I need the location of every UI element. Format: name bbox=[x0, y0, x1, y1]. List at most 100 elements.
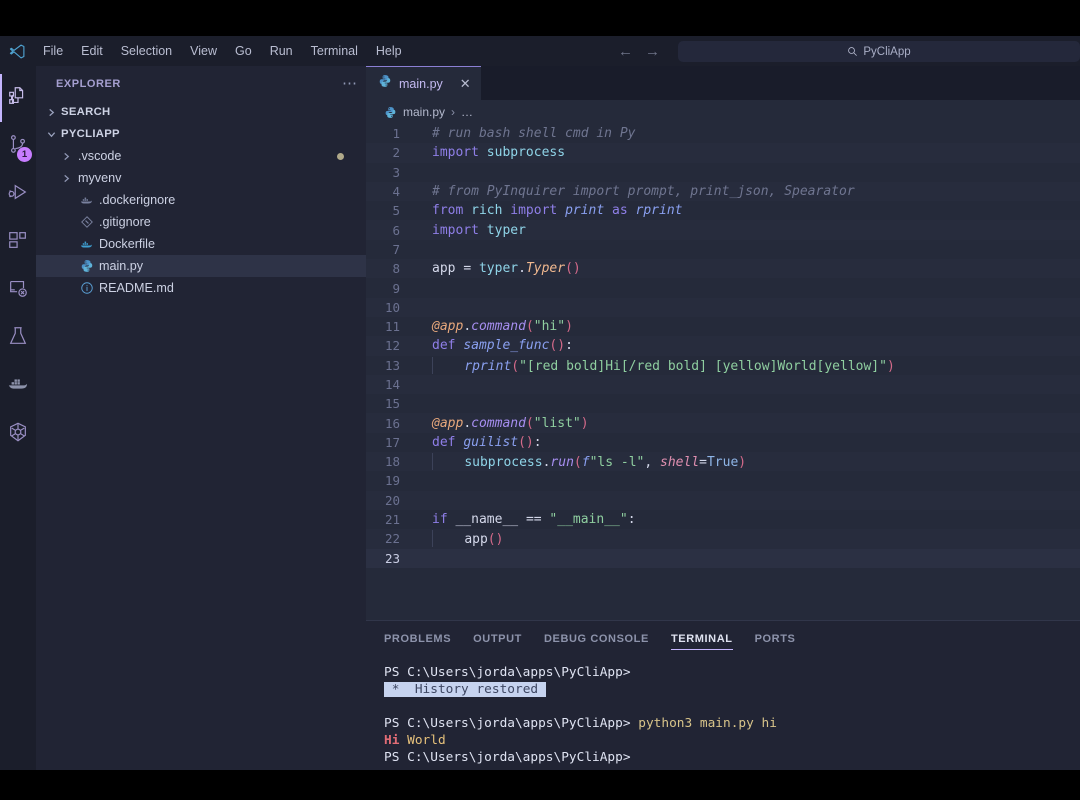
code-line: 10 bbox=[366, 297, 1080, 317]
menu-terminal[interactable]: Terminal bbox=[302, 41, 367, 61]
sidebar-section-search[interactable]: SEARCH bbox=[36, 101, 366, 123]
line-content: app = typer.Typer() bbox=[432, 261, 581, 277]
panel-tab-terminal[interactable]: TERMINAL bbox=[670, 621, 733, 656]
line-number: 22 bbox=[384, 531, 400, 547]
panel-tab-problems[interactable]: PROBLEMS bbox=[384, 621, 451, 656]
close-icon[interactable]: ✕ bbox=[460, 77, 471, 90]
python-icon bbox=[384, 106, 397, 119]
kubernetes-helm-icon bbox=[7, 421, 29, 448]
modified-indicator-dot bbox=[337, 152, 344, 160]
menu-file[interactable]: File bbox=[34, 41, 72, 61]
command-center-label: PyCliApp bbox=[863, 45, 911, 58]
docker-whale-icon bbox=[7, 373, 29, 400]
info-icon bbox=[78, 281, 95, 295]
code-line: 20 bbox=[366, 490, 1080, 510]
tab-main-py[interactable]: main.py ✕ bbox=[366, 66, 481, 100]
breadcrumb-file[interactable]: main.py bbox=[403, 105, 445, 119]
command-center[interactable]: PyCliApp bbox=[678, 41, 1080, 62]
line-number: 7 bbox=[392, 241, 400, 257]
code-editor[interactable]: 1 # run bash shell cmd in Py 2 import su… bbox=[366, 124, 1080, 620]
activity-item-run-and-debug[interactable] bbox=[0, 170, 36, 218]
line-number: 16 bbox=[384, 415, 400, 431]
panel-tab-bar: PROBLEMS OUTPUT DEBUG CONSOLE TERMINAL P… bbox=[366, 621, 1080, 656]
code-line: 12 def sample_func(): bbox=[366, 336, 1080, 356]
sidebar-section-pycliapp[interactable]: PYCLIAPP bbox=[36, 123, 366, 145]
line-number: 14 bbox=[384, 377, 400, 392]
code-line: 21 if __name__ == "__main__": bbox=[366, 510, 1080, 529]
menu-help[interactable]: Help bbox=[367, 41, 411, 61]
menu-go[interactable]: Go bbox=[226, 41, 261, 61]
sidebar-header: EXPLORER ⋯ bbox=[36, 66, 366, 101]
breadcrumb-separator-icon: › bbox=[451, 105, 456, 119]
line-content: import subprocess bbox=[432, 145, 566, 161]
line-number: 9 bbox=[392, 280, 400, 296]
line-number: 4 bbox=[392, 184, 400, 200]
activity-item-remote-explorer[interactable] bbox=[0, 266, 36, 314]
line-content: from rich import print as rprint bbox=[432, 203, 683, 219]
source-control-badge: 1 bbox=[17, 147, 32, 162]
terminal-output[interactable]: PS C:\Users\jorda\apps\PyCliApp> * Histo… bbox=[366, 656, 1080, 770]
line-number: 17 bbox=[384, 434, 400, 450]
vscode-window: File Edit Selection View Go Run Terminal… bbox=[0, 36, 1080, 770]
explorer-sidebar: EXPLORER ⋯ SEARCH PYCLIAPP .vscode myven… bbox=[36, 66, 366, 770]
code-line: 6 import typer bbox=[366, 220, 1080, 240]
terminal-line: PS C:\Users\jorda\apps\PyCliApp> python3… bbox=[384, 715, 1080, 732]
tree-item-readme-md[interactable]: README.md bbox=[36, 277, 366, 299]
code-line-active: 23 bbox=[366, 548, 1080, 568]
activity-item-explorer[interactable] bbox=[0, 74, 36, 122]
tree-item-myvenv[interactable]: myvenv bbox=[36, 167, 366, 189]
code-line: 15 bbox=[366, 394, 1080, 413]
breadcrumb-symbols[interactable]: … bbox=[461, 105, 473, 119]
menu-edit[interactable]: Edit bbox=[72, 41, 112, 61]
code-line: 19 bbox=[366, 471, 1080, 490]
code-line: 11 @app.command("hi") bbox=[366, 317, 1080, 336]
panel-tab-ports[interactable]: PORTS bbox=[755, 621, 796, 656]
menu-view[interactable]: View bbox=[181, 41, 226, 61]
menu-selection[interactable]: Selection bbox=[112, 41, 181, 61]
terminal-prompt: PS C:\Users\jorda\apps\PyCliApp> bbox=[384, 665, 631, 680]
line-number: 3 bbox=[392, 164, 400, 180]
line-number: 10 bbox=[384, 299, 400, 315]
tree-item-gitignore[interactable]: .gitignore bbox=[36, 211, 366, 233]
workbench-body: 1 EXPLORER ⋯ SEARCH PYCLIAPP .vscode myv… bbox=[0, 66, 1080, 770]
files-icon bbox=[7, 85, 29, 112]
activity-item-docker[interactable] bbox=[0, 362, 36, 410]
activity-item-kubernetes[interactable] bbox=[0, 410, 36, 458]
terminal-output-world: World bbox=[399, 733, 446, 748]
python-icon bbox=[378, 74, 392, 93]
search-icon bbox=[847, 46, 858, 57]
sidebar-section-pycliapp-label: PYCLIAPP bbox=[61, 128, 120, 140]
tree-item-label: myvenv bbox=[78, 171, 122, 185]
code-line: 5 from rich import print as rprint bbox=[366, 201, 1080, 220]
ellipsis-icon[interactable]: ⋯ bbox=[342, 76, 358, 91]
activity-item-source-control[interactable]: 1 bbox=[0, 122, 36, 170]
tree-item-dockerignore[interactable]: .dockerignore bbox=[36, 189, 366, 211]
code-line: 17 def guilist(): bbox=[366, 433, 1080, 452]
terminal-prompt: PS C:\Users\jorda\apps\PyCliApp> bbox=[384, 716, 631, 731]
arrow-left-icon[interactable]: ← bbox=[618, 44, 633, 59]
activity-item-extensions[interactable] bbox=[0, 218, 36, 266]
chevron-right-icon bbox=[58, 174, 74, 183]
editor-group: main.py ✕ main.py › … 1 # run bash shell… bbox=[366, 66, 1080, 770]
line-number: 1 bbox=[392, 126, 400, 142]
code-line: 4 # from PyInquirer import prompt, print… bbox=[366, 181, 1080, 202]
line-content: # from PyInquirer import prompt, print_j… bbox=[432, 184, 855, 200]
terminal-line: Hi World bbox=[384, 732, 1080, 749]
tree-item-vscode[interactable]: .vscode bbox=[36, 145, 366, 167]
tree-item-label: .dockerignore bbox=[99, 193, 176, 207]
panel-tab-output[interactable]: OUTPUT bbox=[473, 621, 522, 656]
sidebar-section-search-label: SEARCH bbox=[61, 106, 111, 118]
arrow-right-icon[interactable]: → bbox=[645, 44, 660, 59]
tree-item-main-py[interactable]: main.py bbox=[36, 255, 366, 277]
menu-run[interactable]: Run bbox=[261, 41, 302, 61]
python-icon bbox=[78, 259, 95, 273]
panel-tab-debug-console[interactable]: DEBUG CONSOLE bbox=[544, 621, 649, 656]
code-line: 7 bbox=[366, 240, 1080, 259]
activity-item-testing[interactable] bbox=[0, 314, 36, 362]
tree-item-label: Dockerfile bbox=[99, 237, 155, 251]
title-bar: File Edit Selection View Go Run Terminal… bbox=[0, 36, 1080, 66]
tree-item-dockerfile[interactable]: Dockerfile bbox=[36, 233, 366, 255]
chevron-right-icon bbox=[58, 152, 74, 161]
line-number: 20 bbox=[384, 492, 400, 508]
code-line: 16 @app.command("list") bbox=[366, 413, 1080, 433]
